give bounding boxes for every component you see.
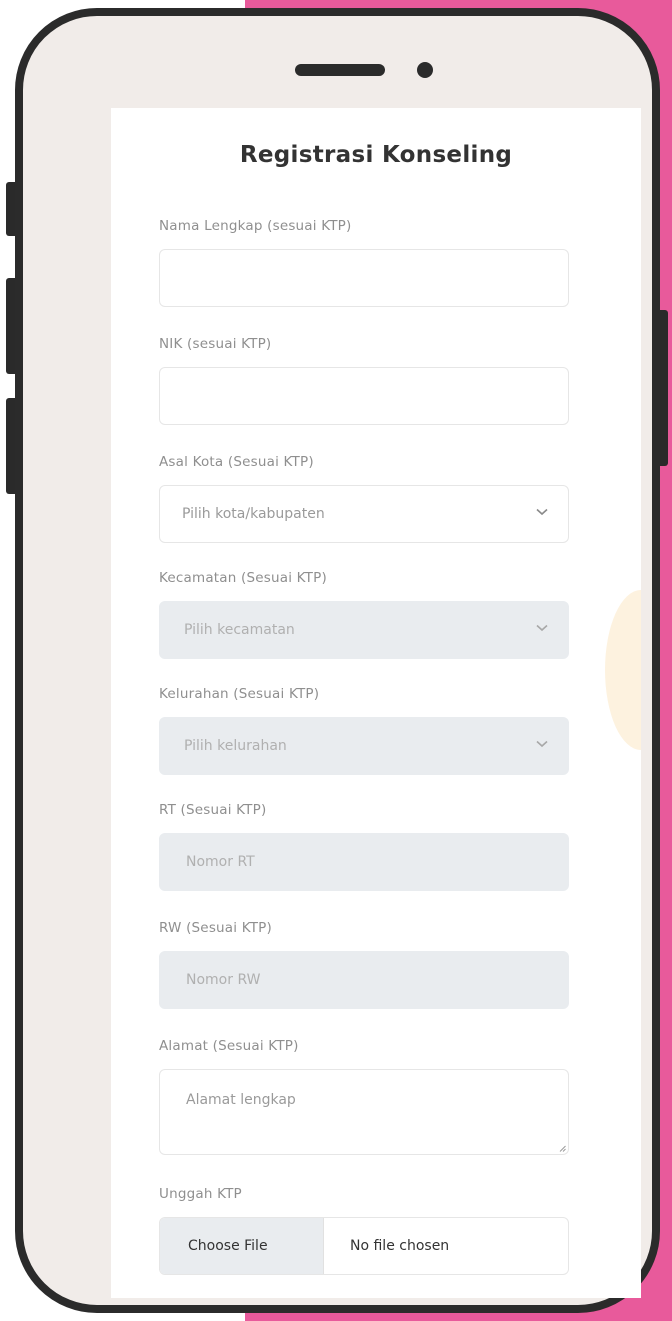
alamat-textarea[interactable]: Alamat lengkap [159, 1069, 569, 1155]
field-alamat: Alamat (Sesuai KTP) Alamat lengkap [159, 1038, 569, 1155]
field-kecamatan: Kecamatan (Sesuai KTP) Pilih kecamatan [159, 570, 569, 659]
field-label: Kecamatan (Sesuai KTP) [159, 570, 327, 586]
field-label: RT (Sesuai KTP) [159, 802, 267, 818]
input-placeholder: Nomor RT [186, 854, 255, 870]
rw-input[interactable]: Nomor RW [159, 951, 569, 1009]
textarea-placeholder: Alamat lengkap [186, 1092, 296, 1108]
field-label: Alamat (Sesuai KTP) [159, 1038, 299, 1054]
field-asal-kota: Asal Kota (Sesuai KTP) Pilih kota/kabupa… [159, 454, 569, 543]
kelurahan-select[interactable]: Pilih kelurahan [159, 717, 569, 775]
field-kelurahan: Kelurahan (Sesuai KTP) Pilih kelurahan [159, 686, 569, 775]
field-label: RW (Sesuai KTP) [159, 920, 272, 936]
decorative-shape [605, 590, 641, 750]
file-status: No file chosen [350, 1238, 450, 1254]
field-unggah-ktp: Unggah KTP Choose File No file chosen [159, 1186, 569, 1275]
phone-screen: Registrasi Konseling Nama Lengkap (sesua… [111, 108, 641, 1298]
choose-file-button[interactable]: Choose File [160, 1218, 324, 1274]
field-nama-lengkap: Nama Lengkap (sesuai KTP) [159, 218, 569, 307]
select-value: Pilih kecamatan [184, 622, 295, 638]
field-rt: RT (Sesuai KTP) Nomor RT [159, 802, 569, 891]
input-placeholder: Nomor RW [186, 972, 261, 988]
choose-file-label: Choose File [188, 1238, 268, 1254]
field-label: Nama Lengkap (sesuai KTP) [159, 218, 352, 234]
field-label: Unggah KTP [159, 1186, 242, 1202]
page-title: Registrasi Konseling [239, 142, 513, 168]
field-label: Asal Kota (Sesuai KTP) [159, 454, 314, 470]
nama-lengkap-input[interactable] [159, 249, 569, 307]
kecamatan-select[interactable]: Pilih kecamatan [159, 601, 569, 659]
chevron-down-icon [536, 740, 548, 748]
phone-frame: Registrasi Konseling Nama Lengkap (sesua… [15, 8, 660, 1313]
speaker-grille [295, 64, 385, 76]
phone-notch [185, 16, 511, 98]
field-nik: NIK (sesuai KTP) [159, 336, 569, 425]
nik-input[interactable] [159, 367, 569, 425]
field-label: Kelurahan (Sesuai KTP) [159, 686, 320, 702]
ktp-file-input[interactable]: Choose File No file chosen [159, 1217, 569, 1275]
resize-grip-icon[interactable] [559, 1145, 566, 1152]
select-value: Pilih kota/kabupaten [182, 506, 325, 522]
chevron-down-icon [536, 508, 548, 516]
chevron-down-icon [536, 624, 548, 632]
field-label: NIK (sesuai KTP) [159, 336, 272, 352]
front-camera [417, 62, 433, 78]
asal-kota-select[interactable]: Pilih kota/kabupaten [159, 485, 569, 543]
field-rw: RW (Sesuai KTP) Nomor RW [159, 920, 569, 1009]
select-value: Pilih kelurahan [184, 738, 287, 754]
rt-input[interactable]: Nomor RT [159, 833, 569, 891]
